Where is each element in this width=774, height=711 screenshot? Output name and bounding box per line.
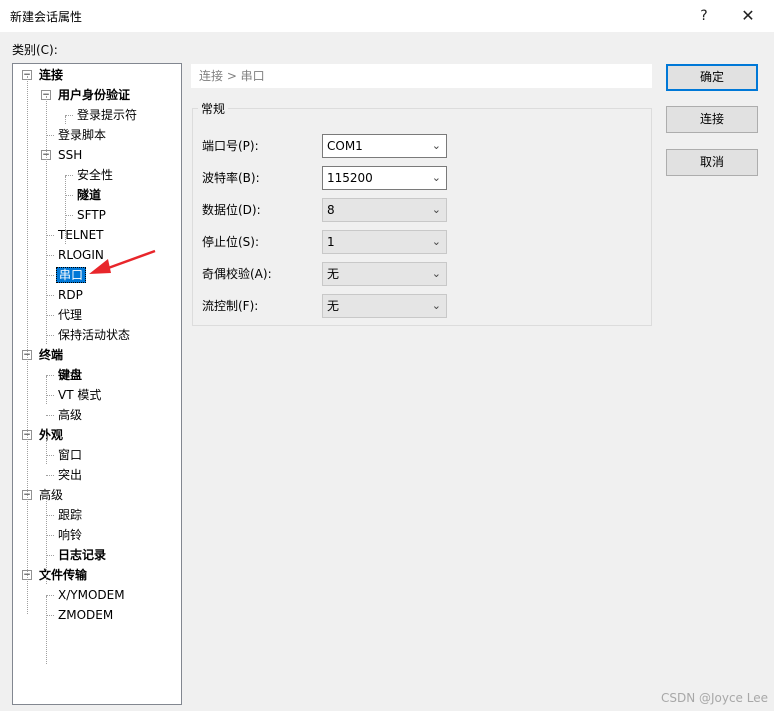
- red-arrow-annotation: [89, 249, 156, 274]
- watermark: CSDN @Joyce Lee: [660, 691, 768, 705]
